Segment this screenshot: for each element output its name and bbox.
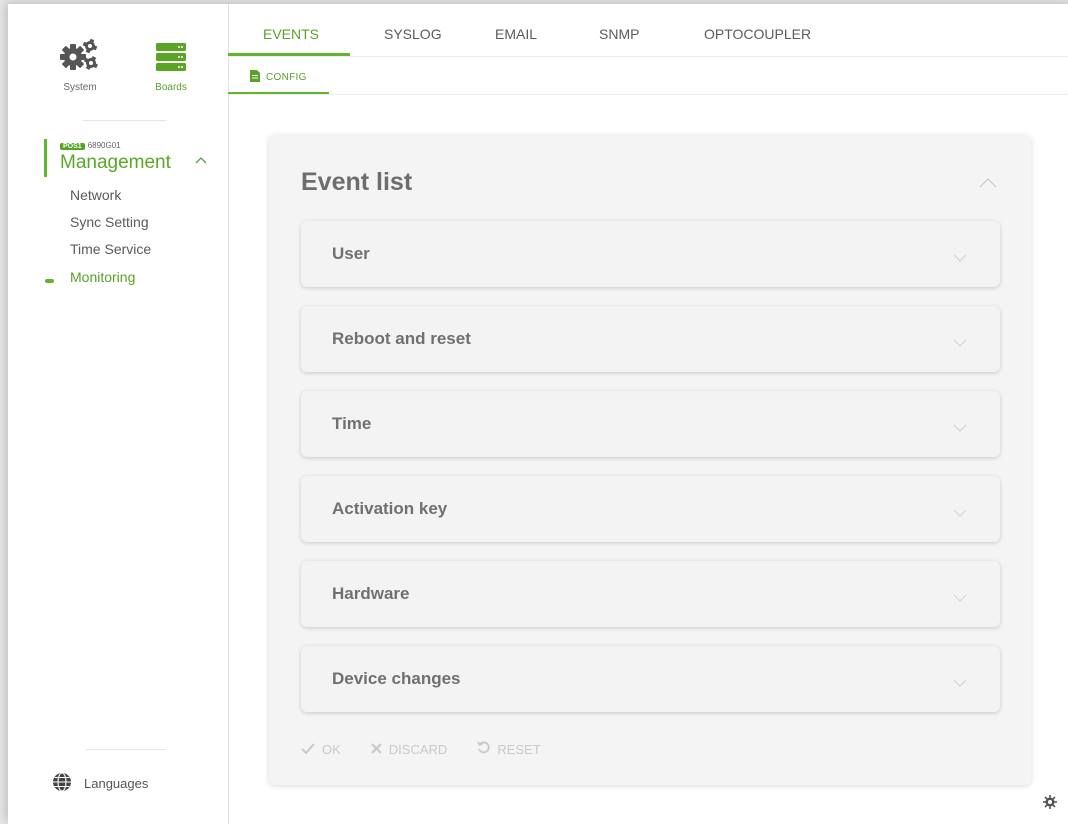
active-nav-indicator <box>45 279 54 283</box>
globe-icon <box>52 772 72 795</box>
tab-optocoupler[interactable]: OPTOCOUPLER <box>704 26 811 42</box>
active-subtab-indicator <box>228 92 329 94</box>
close-icon <box>371 742 389 757</box>
nav-item-time-service[interactable]: Time Service <box>70 241 151 257</box>
discard-button[interactable]: DISCARD <box>371 741 448 757</box>
event-panel-user[interactable]: User <box>301 221 1000 287</box>
event-panel-time[interactable]: Time <box>301 391 1000 457</box>
panel-title: Time <box>332 414 372 433</box>
event-panel-hardware[interactable]: Hardware <box>301 561 1000 627</box>
sub-tab-bar: CONFIG <box>228 57 1068 95</box>
chevron-down-icon[interactable] <box>953 674 967 692</box>
collapse-chevron-up-icon[interactable] <box>195 151 207 169</box>
top-icon-bar: System Boards <box>8 4 228 114</box>
module-model: 6890G01 <box>87 141 121 150</box>
panel-title: Device changes <box>332 669 461 688</box>
subtab-config-label: CONFIG <box>266 72 307 83</box>
undo-icon <box>477 741 497 757</box>
boards-button[interactable]: Boards <box>131 37 211 93</box>
chevron-down-icon[interactable] <box>953 334 967 352</box>
app-window: System Boards POS1 6890G01 Management Ne… <box>8 4 1068 824</box>
settings-gear-icon[interactable] <box>1042 794 1058 815</box>
boards-label: Boards <box>155 82 187 93</box>
nav-item-network[interactable]: Network <box>70 187 121 203</box>
module-badge: POS1 <box>60 143 85 150</box>
module-id: POS1 6890G01 <box>60 141 220 151</box>
event-panel-activation-key[interactable]: Activation key <box>301 476 1000 542</box>
event-panel-reboot-and-reset[interactable]: Reboot and reset <box>301 306 1000 372</box>
languages-label: Languages <box>84 776 149 791</box>
chevron-down-icon[interactable] <box>953 504 967 522</box>
event-list-card: Event list User Reboot and reset Time Ac… <box>269 135 1031 785</box>
active-tab-indicator <box>228 53 350 56</box>
module-header[interactable]: POS1 6890G01 Management <box>44 139 220 177</box>
server-stack-icon <box>154 43 188 77</box>
ok-button[interactable]: OK <box>301 742 341 757</box>
sidebar: System Boards POS1 6890G01 Management Ne… <box>8 4 229 824</box>
tab-email[interactable]: EMAIL <box>495 26 537 42</box>
languages-button[interactable]: Languages <box>52 772 148 795</box>
system-button[interactable]: System <box>40 37 120 93</box>
event-panel-device-changes[interactable]: Device changes <box>301 646 1000 712</box>
system-label: System <box>63 82 97 93</box>
tab-syslog[interactable]: SYSLOG <box>384 26 442 42</box>
panel-title: Reboot and reset <box>332 329 471 348</box>
divider <box>86 749 166 750</box>
ok-label: OK <box>322 741 341 757</box>
nav-item-monitoring[interactable]: Monitoring <box>70 269 135 285</box>
check-icon <box>301 742 322 757</box>
panel-title: User <box>332 244 370 263</box>
collapse-chevron-up-icon[interactable] <box>979 175 997 193</box>
document-icon <box>250 70 260 85</box>
tab-snmp[interactable]: SNMP <box>599 26 639 42</box>
reset-label: RESET <box>497 741 541 757</box>
tab-events[interactable]: EVENTS <box>263 26 319 42</box>
action-bar: OK DISCARD RESET <box>301 741 571 757</box>
panel-title: Hardware <box>332 584 410 603</box>
tab-bar: EVENTS SYSLOG EMAIL SNMP OPTOCOUPLER <box>228 4 1068 57</box>
chevron-down-icon[interactable] <box>953 249 967 267</box>
card-title: Event list <box>301 168 413 196</box>
chevron-down-icon[interactable] <box>953 419 967 437</box>
reset-button[interactable]: RESET <box>477 741 541 757</box>
divider <box>83 120 167 121</box>
nav-item-sync-setting[interactable]: Sync Setting <box>70 214 149 230</box>
chevron-down-icon[interactable] <box>953 589 967 607</box>
panel-title: Activation key <box>332 499 448 518</box>
gears-icon <box>55 38 105 77</box>
discard-label: DISCARD <box>388 741 448 757</box>
subtab-config[interactable]: CONFIG <box>250 70 307 85</box>
